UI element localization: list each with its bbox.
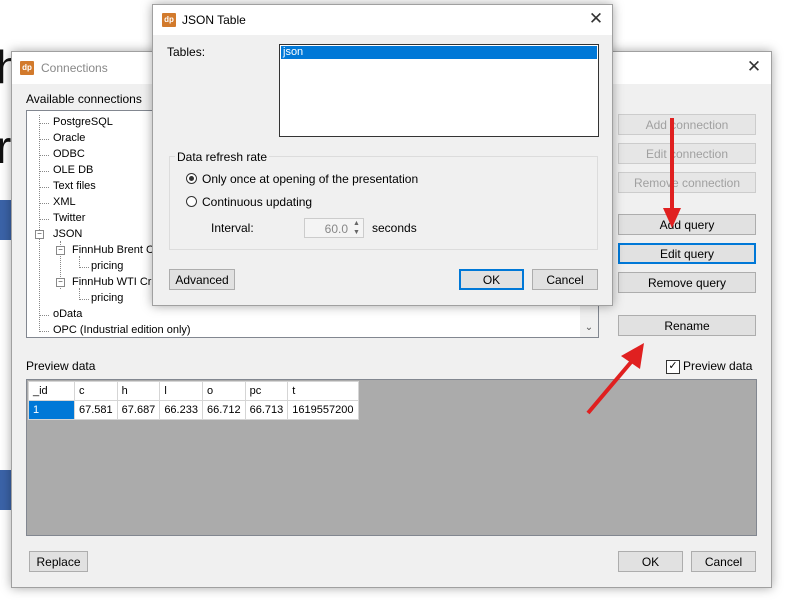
red-arrow-annotation bbox=[586, 118, 681, 415]
arrow-down-head bbox=[663, 208, 681, 228]
arrow-diag-line bbox=[586, 359, 634, 415]
arrow-diag-head bbox=[621, 343, 644, 369]
